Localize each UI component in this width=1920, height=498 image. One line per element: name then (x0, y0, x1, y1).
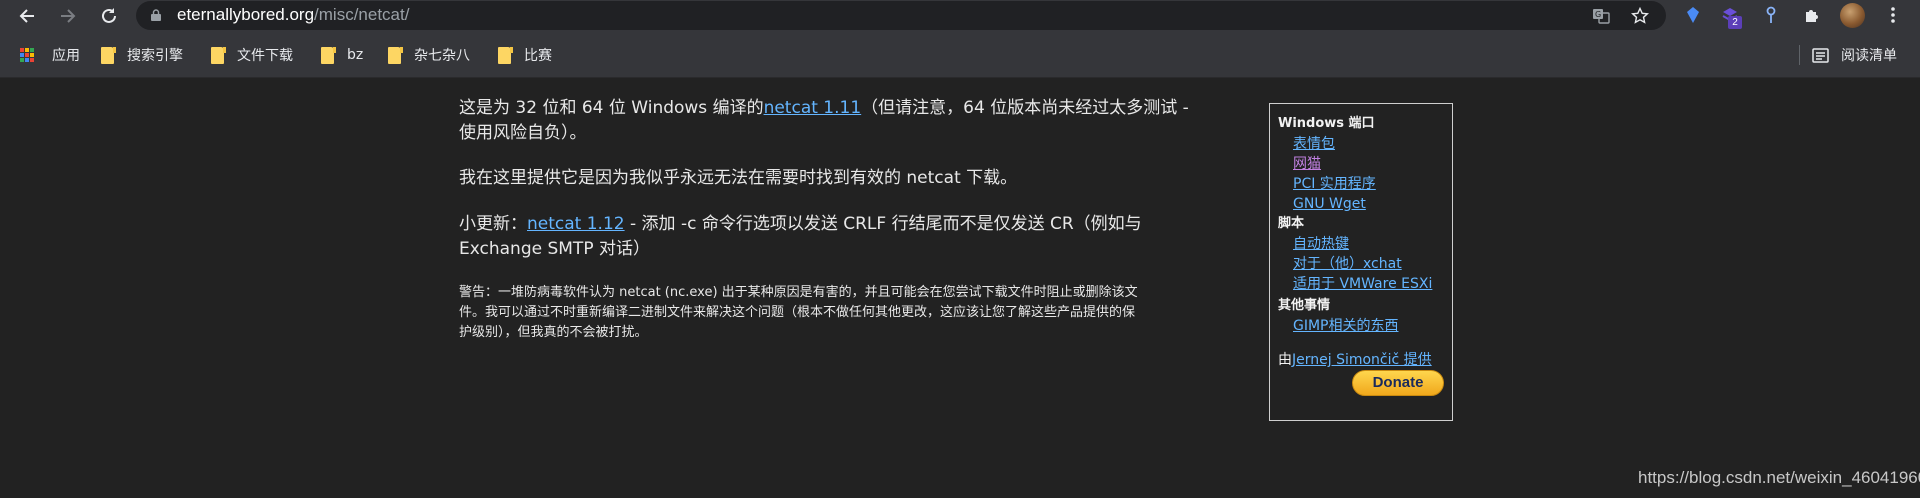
reload-button[interactable] (95, 2, 122, 29)
url-path: /misc/netcat/ (314, 5, 410, 24)
folder-icon (211, 46, 226, 64)
apps-grid-icon (20, 47, 35, 63)
donate-button[interactable]: Donate (1352, 370, 1444, 396)
extension-badge: 2 (1728, 16, 1742, 29)
intro-text: 这是为 32 位和 64 位 Windows 编译的 (459, 98, 764, 118)
netcat-112-link[interactable]: netcat 1.12 (527, 214, 625, 234)
bookmark-label: 搜索引擎 (127, 48, 183, 64)
update-text: - 添加 -c 命令行选项以发送 CRLF 行结尾而不是仅发送 CR（例如与 (624, 214, 1142, 234)
warning-line: 件。我可以通过不时重新编译二进制文件来解决这个问题（根本不做任何其他更改，这应该… (459, 305, 1136, 320)
watermark-text: https://blog.csdn.net/weixin_46041960 (1638, 468, 1920, 487)
sidebar-link-pci-utils[interactable]: PCI 实用程序 (1293, 174, 1452, 194)
intro-paragraph: 这是为 32 位和 64 位 Windows 编译的netcat 1.11（但请… (459, 96, 1189, 146)
author-link[interactable]: Jernej Simončič 提供 (1292, 352, 1432, 368)
extension-key-icon[interactable] (1760, 4, 1782, 26)
author-credit: 由Jernej Simončič 提供 (1278, 350, 1452, 370)
browser-toolbar: eternallybored.org/misc/netcat/ G 2 (0, 0, 1920, 31)
folder-icon (498, 46, 513, 64)
bookmark-folder-downloads[interactable]: 文件下载 (211, 44, 293, 66)
reading-list-icon (1812, 47, 1829, 63)
sidebar-nav: Windows 端口 表情包 网猫 PCI 实用程序 GNU Wget 脚本 自… (1269, 103, 1453, 421)
profile-avatar[interactable] (1840, 3, 1865, 28)
bookmark-label: 文件下载 (237, 48, 293, 64)
lock-icon[interactable] (151, 9, 161, 21)
bookmark-folder-misc[interactable]: 杂七杂八 (388, 44, 470, 66)
bookmark-apps[interactable]: 应用 (20, 44, 80, 66)
netcat-111-link[interactable]: netcat 1.11 (764, 98, 862, 118)
menu-kebab-icon[interactable] (1882, 4, 1904, 26)
forward-arrow-icon (60, 8, 75, 23)
bookmarks-divider (1799, 45, 1800, 65)
warning-line: 警告：一堆防病毒软件认为 netcat (nc.exe) 出于某种原因是有害的，… (459, 285, 1138, 300)
url-domain: eternallybored.org (177, 5, 315, 24)
sidebar-link-vmware-esxi[interactable]: 适用于 VMWare ESXi (1293, 274, 1452, 294)
address-bar[interactable]: eternallybored.org/misc/netcat/ G (136, 1, 1666, 30)
svg-text:G: G (1595, 10, 1601, 19)
sidebar-link-netcat[interactable]: 网猫 (1293, 154, 1452, 174)
back-button[interactable] (13, 2, 40, 29)
bookmark-star-icon[interactable] (1630, 6, 1650, 26)
extensions-puzzle-icon[interactable] (1801, 4, 1823, 26)
forward-button[interactable] (54, 2, 81, 29)
reason-paragraph: 我在这里提供它是因为我似乎永远无法在需要时找到有效的 netcat 下载。 (459, 168, 1018, 188)
sidebar-link-gnu-wget[interactable]: GNU Wget (1293, 194, 1452, 214)
reload-icon (101, 7, 116, 23)
bookmark-folder-contests[interactable]: 比赛 (498, 44, 552, 66)
back-arrow-icon (19, 8, 34, 23)
warning-paragraph: 警告：一堆防病毒软件认为 netcat (nc.exe) 出于某种原因是有害的，… (459, 283, 1138, 343)
section-heading-windows-ports: Windows 端口 (1278, 116, 1375, 131)
folder-icon (321, 46, 336, 64)
update-prefix: 小更新： (459, 214, 527, 234)
bookmark-label: 杂七杂八 (414, 48, 470, 64)
section-heading-scripts: 脚本 (1278, 216, 1305, 231)
intro-text-line2: 使用风险自负）。 (459, 123, 587, 143)
sidebar-link-xchat[interactable]: 对于（他）xchat (1293, 254, 1452, 274)
url-text[interactable]: eternallybored.org/misc/netcat/ (177, 5, 409, 25)
section-heading-other: 其他事情 (1278, 298, 1331, 313)
sidebar-link-gimp[interactable]: GIMP相关的东西 (1293, 316, 1452, 336)
reading-list-label: 阅读清单 (1841, 48, 1897, 64)
credit-prefix: 由 (1278, 352, 1292, 368)
extension-shield-icon[interactable] (1682, 4, 1704, 26)
bookmark-label: 比赛 (524, 48, 552, 64)
bookmark-label: 应用 (52, 48, 80, 64)
update-text-line2: Exchange SMTP 对话） (459, 239, 650, 259)
bookmark-folder-bz[interactable]: bz (321, 44, 363, 66)
update-paragraph: 小更新：netcat 1.12 - 添加 -c 命令行选项以发送 CRLF 行结… (459, 212, 1142, 262)
translate-icon[interactable]: G (1591, 6, 1611, 26)
bookmark-folder-search-engines[interactable]: 搜索引擎 (101, 44, 183, 66)
folder-icon (101, 46, 116, 64)
sidebar-link-emoji[interactable]: 表情包 (1293, 134, 1452, 154)
sidebar-link-autohotkey[interactable]: 自动热键 (1293, 234, 1452, 254)
folder-icon (388, 46, 403, 64)
intro-text-cont: （但请注意，64 位版本尚未经过太多测试 - (861, 98, 1189, 118)
warning-line: 护级别），但我真的不会被打扰。 (459, 325, 648, 340)
reading-list-button[interactable]: 阅读清单 (1812, 44, 1897, 66)
bookmark-label: bz (347, 47, 364, 63)
